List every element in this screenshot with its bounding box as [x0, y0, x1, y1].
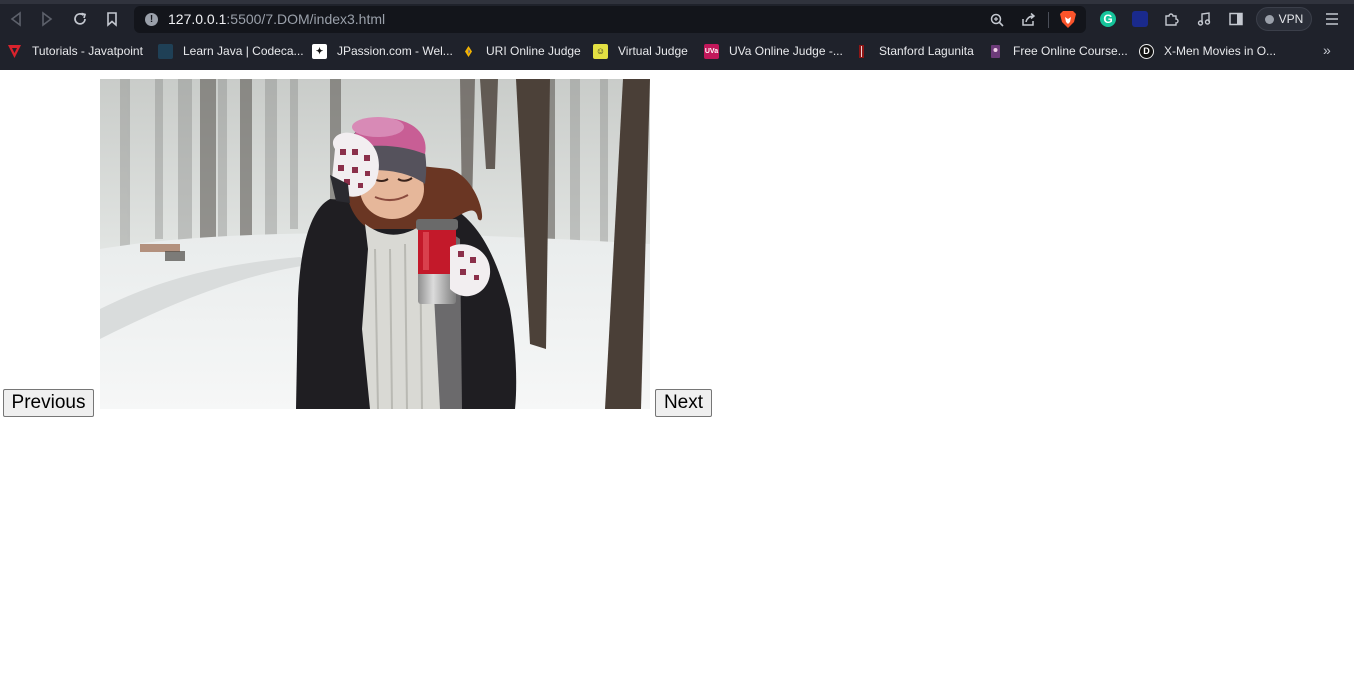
bookmark-uri-online-judge[interactable]: URI Online Judge — [461, 38, 581, 64]
brave-shield-icon[interactable] — [1059, 10, 1077, 29]
bookmark-x-men-movies[interactable]: D X-Men Movies in O... — [1139, 38, 1276, 64]
media-controls-icon[interactable] — [1194, 9, 1214, 29]
address-bar-divider — [1048, 12, 1049, 28]
vjudge-icon: ☺ — [593, 43, 608, 59]
stanford-icon — [854, 44, 869, 59]
previous-button[interactable]: Previous — [3, 389, 94, 417]
url-path: :5500/7.DOM/index3.html — [226, 11, 386, 27]
javatpoint-icon — [7, 44, 22, 59]
bookmark-uva-online-judge[interactable]: UVa UVa Online Judge -... — [704, 38, 843, 64]
dmovies-icon: D — [1139, 43, 1154, 59]
dark-reader-extension-icon[interactable] — [1130, 9, 1150, 29]
menu-icon[interactable] — [1322, 9, 1342, 29]
bookmark-codecademy[interactable]: Learn Java | Codeca... — [158, 38, 304, 64]
bookmark-label: Learn Java | Codeca... — [183, 44, 304, 58]
grammarly-extension-icon[interactable]: G — [1100, 11, 1116, 27]
coursera-icon — [988, 44, 1003, 59]
extensions-icon[interactable] — [1161, 9, 1181, 29]
back-icon[interactable] — [5, 8, 27, 30]
bookmarks-bar: Tutorials - Javatpoint Learn Java | Code… — [0, 38, 1354, 64]
bookmark-label: Tutorials - Javatpoint — [32, 44, 143, 58]
tab-strip-edge — [0, 0, 1354, 4]
vpn-status-icon — [1264, 14, 1274, 24]
next-button[interactable]: Next — [655, 389, 712, 417]
uva-icon: UVa — [704, 43, 719, 59]
bookmark-free-online-courses[interactable]: Free Online Course... — [988, 38, 1128, 64]
address-bar[interactable]: ! 127.0.0.1:5500/7.DOM/index3.html — [134, 6, 1086, 33]
url-host: 127.0.0.1 — [168, 11, 227, 27]
zoom-icon[interactable] — [987, 10, 1007, 30]
slideshow-image — [100, 79, 650, 409]
bookmark-virtual-judge[interactable]: ☺ Virtual Judge — [593, 38, 688, 64]
bookmark-label: JPassion.com - Wel... — [337, 44, 453, 58]
bookmark-label: Virtual Judge — [618, 44, 688, 58]
bookmark-label: UVa Online Judge -... — [729, 44, 843, 58]
browser-toolbar: ! 127.0.0.1:5500/7.DOM/index3.html G VPN — [0, 0, 1354, 70]
vpn-button[interactable]: VPN — [1256, 7, 1312, 31]
chevron-double-right-icon[interactable]: » — [1323, 42, 1331, 58]
codecademy-icon — [158, 43, 173, 59]
url-text[interactable]: 127.0.0.1:5500/7.DOM/index3.html — [168, 11, 385, 27]
share-icon[interactable] — [1018, 10, 1038, 30]
vpn-label: VPN — [1278, 12, 1304, 26]
bookmark-stanford-lagunita[interactable]: Stanford Lagunita — [854, 38, 974, 64]
site-info-icon[interactable]: ! — [145, 13, 158, 26]
reload-icon[interactable] — [69, 8, 91, 30]
jpassion-icon: ✦ — [312, 43, 327, 59]
bookmark-label: Stanford Lagunita — [879, 44, 974, 58]
bookmark-icon[interactable] — [101, 8, 123, 30]
bookmark-label: Free Online Course... — [1013, 44, 1128, 58]
uri-icon — [461, 44, 476, 59]
bookmark-javatpoint[interactable]: Tutorials - Javatpoint — [7, 38, 143, 64]
bookmark-label: X-Men Movies in O... — [1164, 44, 1277, 58]
bookmark-label: URI Online Judge — [486, 44, 581, 58]
forward-icon[interactable] — [36, 8, 58, 30]
bookmark-jpassion[interactable]: ✦ JPassion.com - Wel... — [312, 38, 453, 64]
sidebar-toggle-icon[interactable] — [1226, 9, 1246, 29]
